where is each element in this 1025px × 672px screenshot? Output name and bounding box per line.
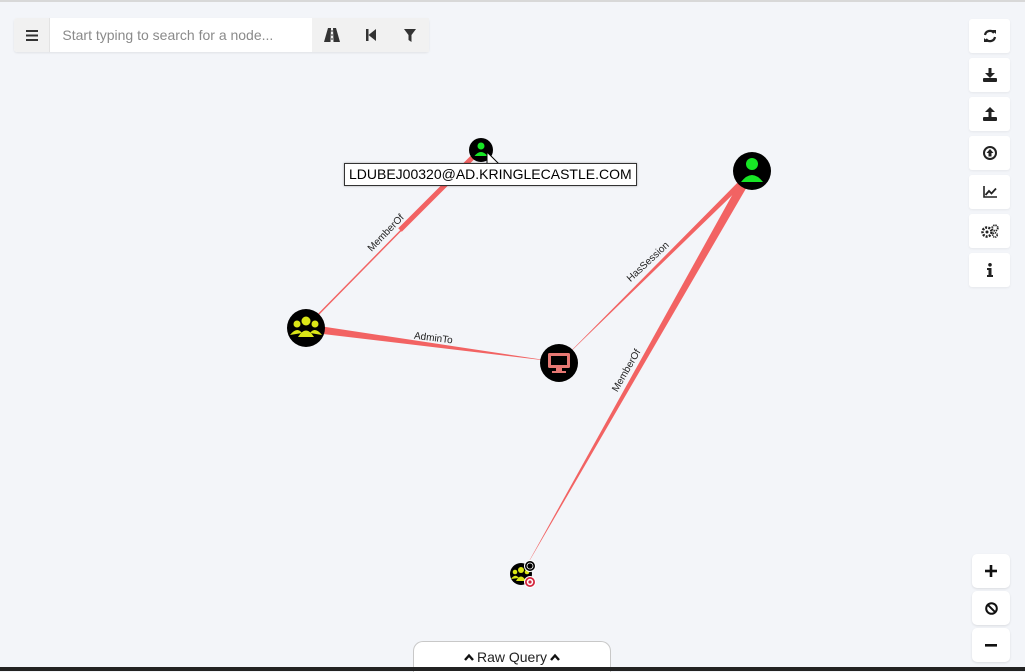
chevron-up-icon [464, 653, 474, 661]
settings-icon [980, 224, 999, 238]
bottom-border [0, 667, 1025, 671]
raw-query-label: Raw Query [476, 649, 548, 665]
import-icon [982, 107, 997, 121]
chart-icon [982, 186, 997, 198]
user-icon [746, 158, 758, 170]
globe-icon [524, 560, 536, 572]
zoom-in-icon [985, 565, 997, 577]
upload-button[interactable] [969, 136, 1010, 170]
export-button[interactable] [969, 58, 1010, 92]
pathfinding-icon [323, 28, 340, 42]
edge-label-hassession: HasSession [625, 240, 672, 284]
target-icon [524, 576, 536, 588]
back-icon [365, 29, 376, 41]
graph-canvas[interactable]: MemberOf AdminTo HasSession MemberOf [0, 2, 1025, 671]
reset-icon [984, 601, 998, 615]
edge-label-memberof-1: MemberOf [366, 212, 407, 254]
search-bar [14, 18, 429, 52]
hamburger-icon [25, 29, 38, 41]
user-node-large[interactable] [733, 152, 771, 190]
export-icon [982, 68, 997, 82]
edge-memberof-1-thick [398, 148, 482, 232]
menu-button[interactable] [14, 18, 51, 52]
info-button[interactable] [969, 253, 1010, 287]
refresh-button[interactable] [969, 19, 1010, 53]
search-tools [312, 18, 429, 52]
upload-icon [982, 146, 997, 160]
zoom-in-button[interactable] [972, 554, 1010, 588]
group-node[interactable] [287, 309, 325, 347]
settings-button[interactable] [969, 214, 1010, 248]
high-value-group-node[interactable] [510, 560, 536, 589]
reset-zoom-button[interactable] [972, 591, 1010, 625]
user-icon [477, 142, 485, 150]
pathfinding-button[interactable] [312, 18, 351, 52]
refresh-icon [983, 29, 996, 43]
computer-node[interactable] [540, 344, 578, 382]
info-icon [986, 263, 993, 277]
zoom-out-button[interactable] [972, 628, 1010, 662]
filter-icon [403, 28, 416, 42]
analysis-button[interactable] [969, 175, 1010, 209]
node-tooltip: LDUBEJ00320@AD.KRINGLECASTLE.COM [344, 163, 637, 186]
zoom-controls [972, 554, 1010, 665]
zoom-out-icon [985, 643, 997, 647]
side-menu [969, 19, 1010, 292]
chevron-up-icon [550, 653, 560, 661]
back-button[interactable] [351, 18, 390, 52]
search-input[interactable] [50, 19, 312, 51]
filter-button[interactable] [390, 18, 429, 52]
import-button[interactable] [969, 97, 1010, 131]
